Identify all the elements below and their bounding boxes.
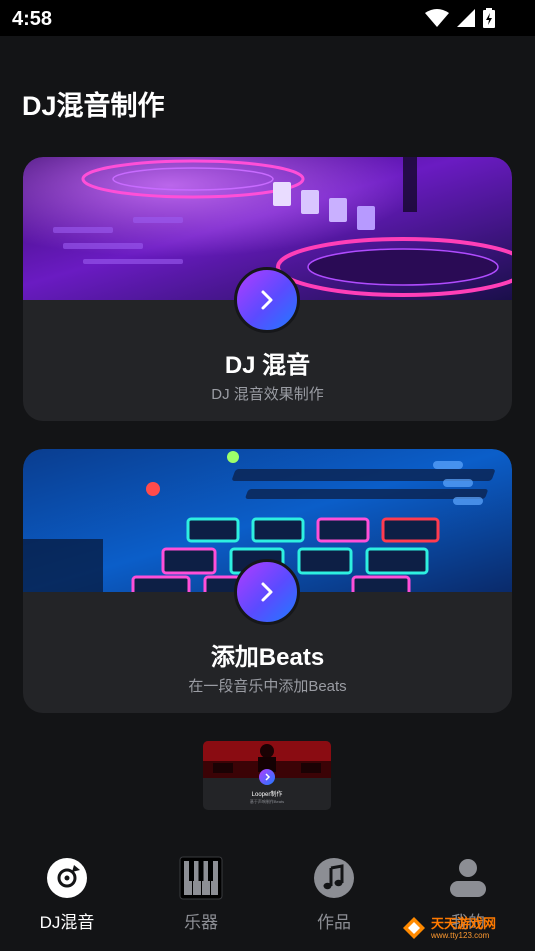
tab-label: 作品: [317, 913, 351, 932]
watermark-url: www.tty123.com: [431, 930, 490, 940]
user-icon: [450, 859, 486, 897]
signal-icon: [457, 9, 475, 27]
dj-mix-card[interactable]: DJ 混音 DJ 混音效果制作: [23, 157, 512, 421]
tab-instruments[interactable]: 乐器: [134, 856, 268, 933]
tab-dj-mix[interactable]: DJ混音: [0, 856, 134, 933]
dj-mix-subtitle: DJ 混音效果制作: [211, 386, 324, 403]
chevron-right-icon: [261, 290, 273, 310]
wifi-icon: [425, 9, 449, 27]
add-beats-play-button[interactable]: [234, 559, 300, 625]
add-beats-card[interactable]: 添加Beats 在一段音乐中添加Beats: [23, 449, 512, 713]
status-time: 4:58: [12, 8, 53, 30]
looper-card[interactable]: Looper制作 基于声响制作Beats: [203, 741, 331, 810]
tab-label: DJ混音: [39, 913, 95, 932]
looper-title: Looper制作: [251, 792, 283, 798]
looper-play-button[interactable]: [259, 769, 275, 785]
add-beats-subtitle: 在一段音乐中添加Beats: [188, 678, 347, 695]
battery-icon: [483, 8, 495, 28]
site-logo-icon: [403, 917, 425, 939]
looper-subtitle: 基于声响制作Beats: [249, 799, 285, 804]
watermark-text: 天天游戏网: [431, 915, 497, 931]
bottom-tab-bar: DJ混音 乐器 作品 我的 天天游戏网 www.tty123.com: [0, 838, 535, 951]
dj-mix-play-button[interactable]: [234, 267, 300, 333]
status-icons: [425, 8, 495, 28]
tab-works[interactable]: 作品: [267, 856, 401, 933]
chevron-right-icon: [261, 582, 273, 602]
chevron-right-icon: [265, 773, 271, 781]
dj-mix-title: DJ 混音: [224, 352, 311, 379]
status-bar: 4:58: [0, 0, 535, 36]
add-beats-title: 添加Beats: [210, 644, 325, 671]
disc-icon: [47, 858, 87, 898]
tab-label: 乐器: [184, 913, 218, 932]
piano-icon: [179, 856, 223, 900]
watermark: 天天游戏网 www.tty123.com: [401, 911, 529, 945]
music-note-icon: [314, 858, 354, 898]
page-title: DJ混音制作: [22, 91, 165, 121]
